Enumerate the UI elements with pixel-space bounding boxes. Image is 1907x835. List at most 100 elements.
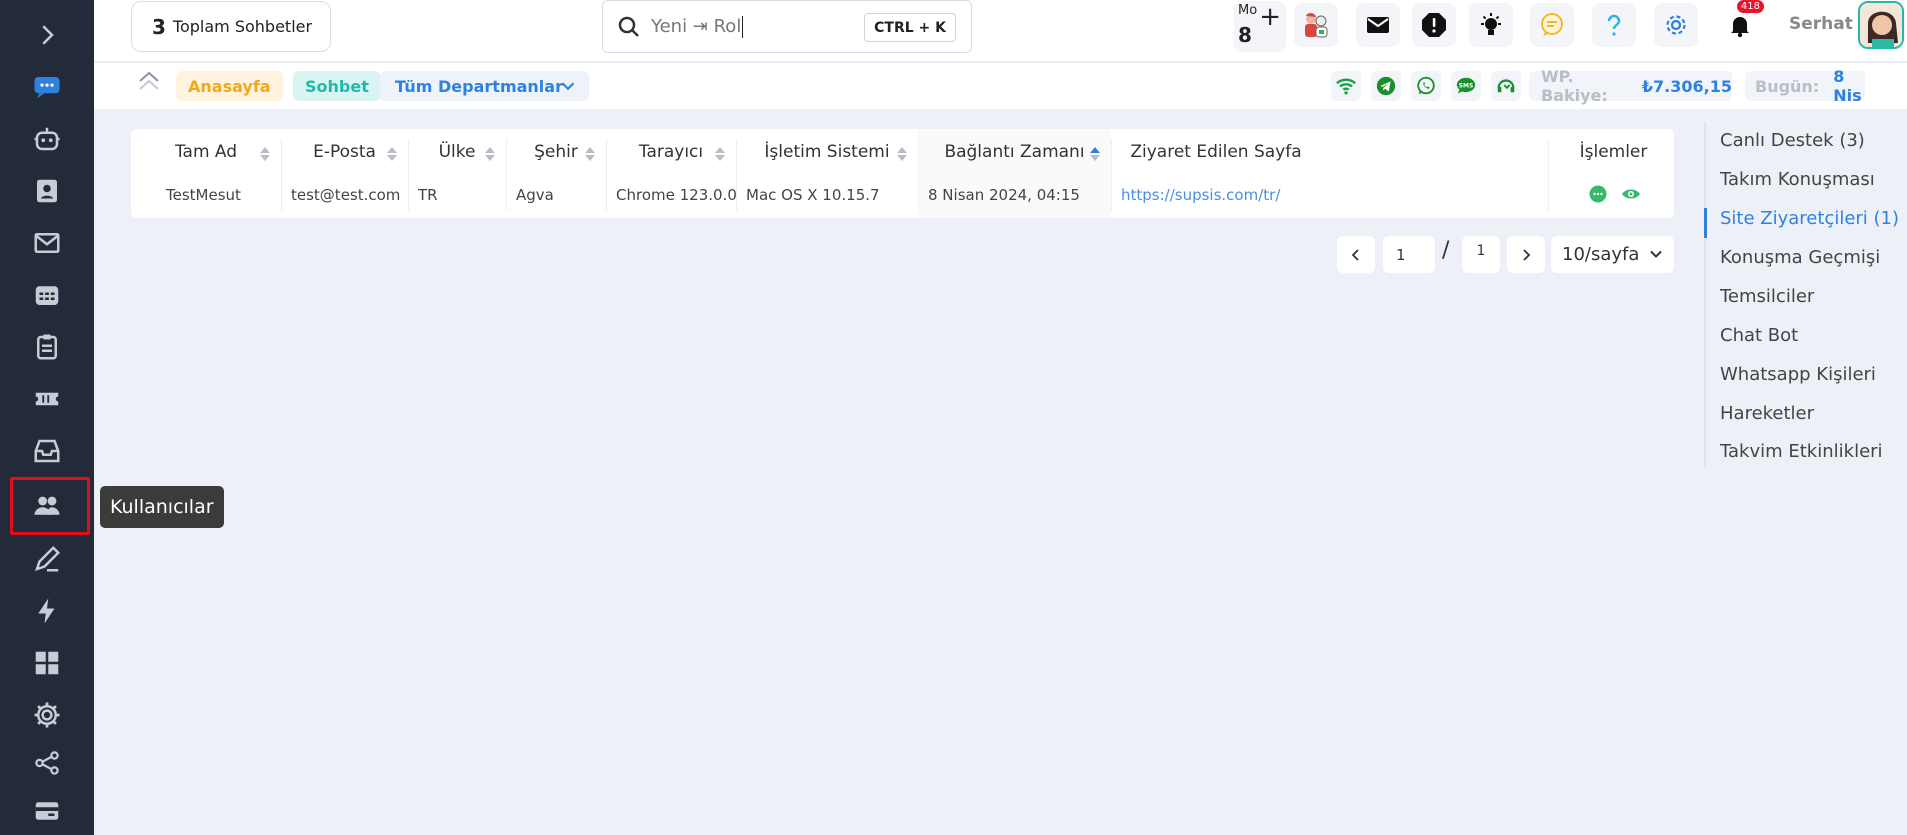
search-text: Yeni ⇥ Rol xyxy=(651,16,742,37)
lightning-icon[interactable] xyxy=(0,589,94,633)
column-header-name[interactable]: Tam Ad xyxy=(131,129,281,175)
id-card-icon[interactable] xyxy=(0,789,94,833)
chevron-right-icon[interactable] xyxy=(0,13,94,57)
prev-page-button[interactable] xyxy=(1337,236,1375,273)
search-input[interactable]: Yeni ⇥ Rol CTRL + K xyxy=(602,0,972,53)
sort-asc-icon xyxy=(1090,147,1100,161)
today-label: Bugün: xyxy=(1755,76,1820,96)
page-size-value: 10/sayfa xyxy=(1562,244,1640,265)
column-header-actions: İşlemler xyxy=(1553,129,1674,175)
menu-item-chat-history[interactable]: Konuşma Geçmişi xyxy=(1720,247,1880,268)
calendar-grid-icon[interactable] xyxy=(0,273,94,317)
menu-item-activities[interactable]: Hareketler xyxy=(1720,403,1814,424)
column-header-label: Tarayıcı xyxy=(638,142,704,162)
total-chats-count: 3 xyxy=(152,14,166,39)
avatar[interactable] xyxy=(1858,1,1904,49)
column-header-label: Ziyaret Edilen Sayfa xyxy=(1130,142,1302,162)
mo-counter-button[interactable]: Mo + 8 xyxy=(1234,1,1286,52)
sidebar-tooltip: Kullanıcılar xyxy=(100,486,224,528)
alert-icon[interactable] xyxy=(1412,3,1456,47)
wifi-icon[interactable] xyxy=(1331,71,1361,101)
view-eye-icon[interactable] xyxy=(1621,185,1640,203)
contact-card-icon[interactable] xyxy=(0,169,94,213)
chevron-down-icon xyxy=(561,82,575,91)
column-header-connected-at[interactable]: Bağlantı Zamanı xyxy=(918,129,1111,175)
column-header-label: Tam Ad xyxy=(174,142,238,162)
active-indicator xyxy=(1704,208,1707,238)
help-icon[interactable] xyxy=(1592,3,1636,47)
sort-icon xyxy=(897,147,907,161)
text-caret xyxy=(742,15,744,38)
call-center-icon[interactable] xyxy=(1491,71,1521,101)
settings-gear-icon[interactable] xyxy=(1654,3,1698,47)
notification-bell-icon[interactable]: 418 xyxy=(1718,0,1764,47)
today-value: 8 Nis xyxy=(1833,67,1862,105)
mail-icon[interactable] xyxy=(0,221,94,265)
robot-icon[interactable] xyxy=(0,117,94,161)
theme-bulb-icon[interactable] xyxy=(1469,3,1513,47)
telegram-icon[interactable] xyxy=(1371,71,1401,101)
sort-icon xyxy=(715,147,725,161)
archive-box-icon[interactable] xyxy=(0,429,94,473)
cell-connected-at: 8 Nisan 2024, 04:15 xyxy=(928,186,1080,204)
gear-icon[interactable] xyxy=(0,693,94,737)
plus-icon: + xyxy=(1259,2,1281,32)
share-icon[interactable] xyxy=(0,741,94,785)
wp-balance-label: WP. Bakiye: xyxy=(1541,67,1608,105)
column-header-browser[interactable]: Tarayıcı xyxy=(606,129,736,175)
pen-note-icon[interactable] xyxy=(0,537,94,581)
sms-icon[interactable]: SMS xyxy=(1451,71,1481,101)
whatsapp-icon[interactable] xyxy=(1411,71,1441,101)
column-header-email[interactable]: E-Posta xyxy=(281,129,408,175)
menu-item-chat-bot[interactable]: Chat Bot xyxy=(1720,325,1798,346)
next-page-button[interactable] xyxy=(1507,236,1545,273)
mo-count: 8 xyxy=(1238,23,1252,47)
total-chats-box[interactable]: 3 Toplam Sohbetler xyxy=(131,1,331,52)
cell-city: Agva xyxy=(516,186,554,204)
dashboard-tiles-icon[interactable] xyxy=(0,641,94,685)
menu-item-agents[interactable]: Temsilciler xyxy=(1720,286,1814,307)
column-header-label: Ülke xyxy=(438,142,476,162)
total-chats-label: Toplam Sohbetler xyxy=(172,17,313,36)
chevron-right-icon xyxy=(1523,248,1531,261)
right-nav-menu: Canlı Destek (3) Takım Konuşması Site Zi… xyxy=(1704,122,1907,468)
column-header-country[interactable]: Ülke xyxy=(408,129,506,175)
column-header-visited-page: Ziyaret Edilen Sayfa xyxy=(1111,129,1321,175)
mo-label: Mo xyxy=(1238,3,1258,18)
ticket-icon[interactable] xyxy=(0,377,94,421)
cell-country: TR xyxy=(418,186,438,204)
cell-visited-page-link[interactable]: https://supsis.com/tr/ xyxy=(1111,175,1280,215)
cell-os: Mac OS X 10.15.7 xyxy=(746,186,880,204)
mail-icon[interactable] xyxy=(1356,3,1400,47)
breadcrumb-chat[interactable]: Sohbet xyxy=(293,71,381,101)
menu-item-whatsapp-contacts[interactable]: Whatsapp Kişileri xyxy=(1720,364,1876,385)
page-size-select[interactable]: 10/sayfa xyxy=(1551,236,1674,273)
chevron-left-icon xyxy=(1351,248,1359,261)
sub-toolbar: Anasayfa Sohbet Tüm Departmanlar SMS WP.… xyxy=(94,63,1907,109)
agents-avatar-icon[interactable] xyxy=(1294,3,1338,47)
page-number-input[interactable]: 1 xyxy=(1383,236,1435,273)
collapse-chevron-icon[interactable] xyxy=(136,68,162,100)
user-name[interactable]: Serhat xyxy=(1789,14,1853,34)
clipboard-icon[interactable] xyxy=(0,325,94,369)
breadcrumb-home[interactable]: Anasayfa xyxy=(176,71,283,101)
menu-item-team-chat[interactable]: Takım Konuşması xyxy=(1720,169,1875,190)
search-shortcut: CTRL + K xyxy=(864,13,956,42)
sidebar xyxy=(0,0,94,835)
menu-item-calendar-events[interactable]: Takvim Etkinlikleri xyxy=(1720,441,1883,462)
department-select-value: Tüm Departmanlar xyxy=(395,76,563,96)
menu-item-site-visitors[interactable]: Site Ziyaretçileri (1) xyxy=(1720,208,1899,229)
column-header-city[interactable]: Şehir xyxy=(506,129,606,175)
users-highlight-frame xyxy=(10,477,90,535)
column-header-os[interactable]: İşletim Sistemi xyxy=(736,129,918,175)
search-icon xyxy=(618,16,639,37)
cell-email: test@test.com xyxy=(291,186,401,204)
column-header-label: İşletim Sistemi xyxy=(764,142,890,162)
chat-bubbles-icon[interactable] xyxy=(0,65,94,109)
top-header: 3 Toplam Sohbetler Yeni ⇥ Rol CTRL + K M… xyxy=(94,0,1907,62)
department-select[interactable]: Tüm Departmanlar xyxy=(380,71,589,101)
column-header-label: Bağlantı Zamanı xyxy=(944,142,1085,162)
menu-item-live-support[interactable]: Canlı Destek (3) xyxy=(1720,130,1865,151)
chat-action-icon[interactable] xyxy=(1589,185,1607,203)
feedback-icon[interactable] xyxy=(1530,3,1574,47)
